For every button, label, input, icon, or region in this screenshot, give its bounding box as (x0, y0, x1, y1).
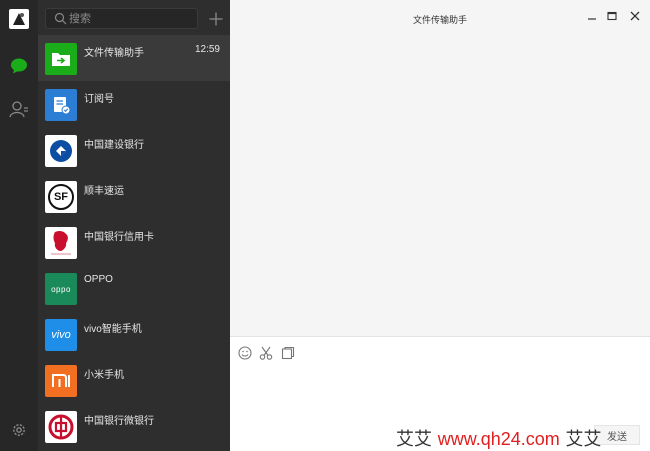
send-file-button[interactable] (280, 345, 296, 361)
chat-item-ccb[interactable]: 中国建设银行 (38, 127, 230, 173)
chat-window: 文件传输助手 发送 (230, 0, 650, 451)
user-avatar[interactable] (9, 9, 29, 29)
chat-item-oppo[interactable]: oppo OPPO (38, 265, 230, 311)
scissors-icon (259, 346, 273, 360)
emoji-icon (238, 346, 252, 360)
watermark-url: www.qh24.com (437, 429, 560, 449)
chat-item-boc-credit-card[interactable]: 中国银行信用卡 (38, 219, 230, 265)
chat-list: 文件传输助手 12:59 订阅号 中国建设银行 SF 顺丰速运 中国银行信用卡 … (38, 35, 230, 449)
search-icon (54, 12, 67, 25)
chat-item-subscriptions[interactable]: 订阅号 (38, 81, 230, 127)
oppo-logo-icon: oppo (45, 273, 77, 305)
user-avatar-image (13, 13, 25, 25)
message-input[interactable] (236, 367, 644, 425)
watermark-left: 艾艾 (396, 429, 432, 450)
boc-credit-card-logo-icon (45, 227, 77, 259)
ccb-logo-icon (45, 135, 77, 167)
chat-item-boc-micro-bank[interactable]: 中国银行微银行 (38, 403, 230, 449)
add-chat-button[interactable] (206, 8, 225, 29)
watermark-right: 艾艾 (565, 429, 602, 450)
maximize-button[interactable] (604, 8, 620, 24)
chat-name: 订阅号 (84, 94, 114, 105)
subscription-avatar-icon (45, 89, 77, 121)
close-icon (630, 11, 640, 21)
contacts-icon[interactable] (9, 99, 29, 119)
chat-name: 文件传输助手 (84, 48, 144, 59)
folder-icon (281, 346, 295, 360)
plus-icon (209, 12, 222, 25)
chat-name: OPPO (84, 274, 113, 285)
chat-time: 12:59 (194, 44, 220, 55)
settings-gear-icon[interactable] (11, 422, 27, 438)
sf-logo-icon: SF (45, 181, 77, 213)
screenshot-button[interactable] (258, 345, 274, 361)
minimize-icon (588, 18, 596, 20)
chat-name: vivo智能手机 (84, 324, 142, 335)
xiaomi-logo-icon (45, 365, 77, 397)
chat-name: 中国银行微银行 (84, 416, 154, 427)
close-button[interactable] (627, 8, 643, 24)
chat-name: 顺丰速运 (84, 186, 124, 197)
file-transfer-avatar-icon (45, 43, 77, 75)
conversation-list-panel: 文件传输助手 12:59 订阅号 (38, 0, 230, 451)
chat-item-file-transfer[interactable]: 文件传输助手 12:59 (38, 35, 230, 81)
left-nav (0, 0, 38, 451)
maximize-icon (607, 11, 617, 21)
oppo-logo-text: oppo (51, 284, 71, 294)
boc-logo-icon (45, 411, 77, 443)
watermark: 艾艾 www.qh24.com 艾艾 (396, 425, 602, 451)
chat-name: 中国银行信用卡 (84, 232, 154, 243)
minimize-button[interactable] (584, 8, 600, 24)
sf-logo-text: SF (48, 184, 74, 210)
chat-name: 小米手机 (84, 370, 124, 381)
vivo-logo-text: vivo (51, 329, 71, 341)
vivo-logo-icon: vivo (45, 319, 77, 351)
chat-item-vivo[interactable]: vivo vivo智能手机 (38, 311, 230, 357)
chat-name: 中国建设银行 (84, 140, 144, 151)
chat-item-sf-express[interactable]: SF 顺丰速运 (38, 173, 230, 219)
chat-item-xiaomi[interactable]: 小米手机 (38, 357, 230, 403)
search-input[interactable] (69, 9, 195, 28)
search-box[interactable] (45, 8, 198, 29)
chat-icon[interactable] (9, 56, 29, 76)
emoji-button[interactable] (237, 345, 253, 361)
